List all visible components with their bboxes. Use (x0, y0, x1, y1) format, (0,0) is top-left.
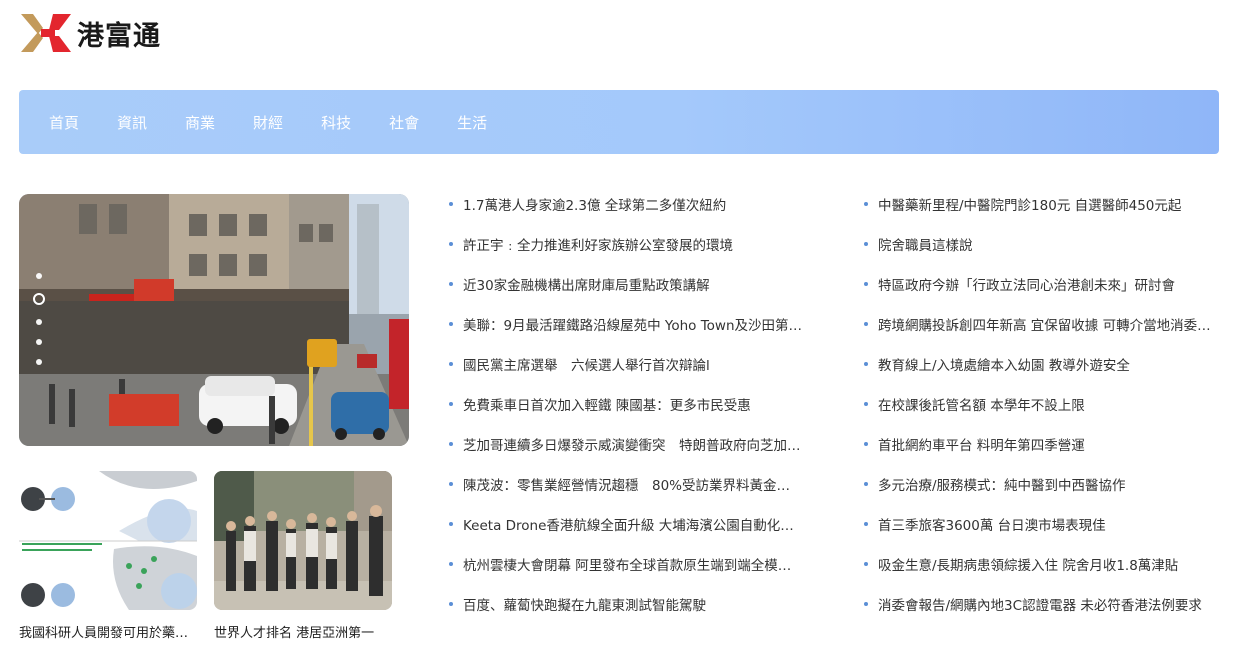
news-item[interactable]: 百度、蘿蔔快跑擬在九龍東測試智能駕駛 (447, 584, 807, 624)
news-item[interactable]: 在校課後託管名額 本學年不設上限 (862, 384, 1222, 424)
bullet-icon (864, 562, 868, 566)
hero-carousel[interactable] (19, 194, 409, 446)
news-headline[interactable]: 芝加哥連續多日爆發示威演變衝突 特朗普政府向芝加哥派兵 (463, 434, 803, 454)
nav-item-news[interactable]: 資訊 (117, 112, 147, 133)
carousel-dots (32, 266, 46, 372)
nav-item-tech[interactable]: 科技 (321, 112, 351, 133)
news-headline[interactable]: 首批網約車平台 料明年第四季營運 (878, 434, 1085, 454)
logo-text: 港富通 (77, 20, 161, 52)
feature-card-talent[interactable]: 世界人才排名 港居亞洲第一 (214, 471, 394, 641)
news-headline[interactable]: 消委會報告/網購內地3C認證電器 未必符香港法例要求 (878, 594, 1202, 614)
carousel-dot[interactable] (36, 339, 42, 345)
carousel-dot[interactable] (36, 319, 42, 325)
nav-item-finance[interactable]: 財經 (253, 112, 283, 133)
bullet-icon (864, 202, 868, 206)
bullet-icon (449, 562, 453, 566)
bullet-icon (449, 282, 453, 286)
bullet-icon (864, 362, 868, 366)
bullet-icon (864, 322, 868, 326)
news-list-right: 中醫藥新里程/中醫院門診180元 自選醫師450元起 院舍職員這樣說特區政府今辦「… (862, 184, 1222, 624)
news-item[interactable]: 美聯：9月最活躍鐵路沿線屋苑中 Yoho Town及沙田第一城 (447, 304, 807, 344)
news-headline[interactable]: 近30家金融機構出席財庫局重點政策講解 (463, 274, 710, 294)
nav-item-society[interactable]: 社會 (389, 112, 419, 133)
news-headline[interactable]: 陳茂波：零售業經營情況趨穩 80%受訪業界料黃金周生意增長 (463, 474, 803, 494)
carousel-dot[interactable] (36, 359, 42, 365)
site-logo[interactable]: 港富通 (19, 10, 161, 56)
news-item[interactable]: 院舍職員這樣說 (862, 224, 1222, 264)
nav-item-life[interactable]: 生活 (457, 112, 487, 133)
news-item[interactable]: 中醫藥新里程/中醫院門診180元 自選醫師450元起 (862, 184, 1222, 224)
news-item[interactable]: 杭州雲棲大會閉幕 阿里發布全球首款原生端到端全模態大模型 (447, 544, 807, 584)
news-item[interactable]: 消委會報告/網購內地3C認證電器 未必符香港法例要求 (862, 584, 1222, 624)
news-item[interactable]: 多元治療/服務模式：純中醫到中西醫協作 (862, 464, 1222, 504)
news-item[interactable]: 1.7萬港人身家逾2.3億 全球第二多僅次紐約 (447, 184, 807, 224)
news-headline[interactable]: Keeta Drone香港航線全面升級 大埔海濱公園自動化航點 (463, 514, 803, 534)
news-item[interactable]: 首批網約車平台 料明年第四季營運 (862, 424, 1222, 464)
bullet-icon (449, 322, 453, 326)
nav-item-home[interactable]: 首頁 (49, 112, 79, 133)
news-headline[interactable]: 跨境網購投訴創四年新高 宜保留收據 可轉介當地消委會處理 (878, 314, 1218, 334)
bullet-icon (864, 402, 868, 406)
news-item[interactable]: Keeta Drone香港航線全面升級 大埔海濱公園自動化航點 (447, 504, 807, 544)
news-headline[interactable]: 首三季旅客3600萬 台日澳市場表現佳 (878, 514, 1106, 534)
hero-image (19, 194, 409, 446)
news-headline[interactable]: 百度、蘿蔔快跑擬在九龍東測試智能駕駛 (463, 594, 706, 614)
news-headline[interactable]: 1.7萬港人身家逾2.3億 全球第二多僅次紐約 (463, 194, 726, 214)
bullet-icon (449, 202, 453, 206)
nav-item-business[interactable]: 商業 (185, 112, 215, 133)
news-item[interactable]: 芝加哥連續多日爆發示威演變衝突 特朗普政府向芝加哥派兵 (447, 424, 807, 464)
news-item[interactable]: 陳茂波：零售業經營情況趨穩 80%受訪業界料黃金周生意增長 (447, 464, 807, 504)
news-headline[interactable]: 多元治療/服務模式：純中醫到中西醫協作 (878, 474, 1126, 494)
news-item[interactable]: 吸金生意/長期病患領綜援入住 院舍月收1.8萬津貼 (862, 544, 1222, 584)
news-headline[interactable]: 特區政府今辦「行政立法同心治港創未來」研討會 (878, 274, 1175, 294)
news-item[interactable]: 首三季旅客3600萬 台日澳市場表現佳 (862, 504, 1222, 544)
card-caption[interactable]: 我國科研人員開發可用於藥物遞送的新型納米顆粒 (19, 622, 199, 641)
carousel-dot[interactable] (36, 273, 42, 279)
news-headline[interactable]: 吸金生意/長期病患領綜援入住 院舍月收1.8萬津貼 (878, 554, 1178, 574)
bullet-icon (864, 442, 868, 446)
news-item[interactable]: 特區政府今辦「行政立法同心治港創未來」研討會 (862, 264, 1222, 304)
news-headline[interactable]: 教育線上/入境處繪本入幼園 教導外遊安全 (878, 354, 1130, 374)
news-headline[interactable]: 許正宇﹕全力推進利好家族辦公室發展的環境 (463, 234, 733, 254)
news-item[interactable]: 國民黨主席選舉 六候選人舉行首次辯論l (447, 344, 807, 384)
news-headline[interactable]: 免費乘車日首次加入輕鐵 陳國基：更多市民受惠 (463, 394, 751, 414)
news-item[interactable]: 近30家金融機構出席財庫局重點政策講解 (447, 264, 807, 304)
logo-mark (19, 10, 75, 56)
bullet-icon (449, 602, 453, 606)
news-item[interactable]: 教育線上/入境處繪本入幼園 教導外遊安全 (862, 344, 1222, 384)
bullet-icon (449, 242, 453, 246)
news-headline[interactable]: 院舍職員這樣說 (878, 234, 973, 254)
bullet-icon (449, 442, 453, 446)
news-headline[interactable]: 中醫藥新里程/中醫院門診180元 自選醫師450元起 (878, 194, 1181, 214)
news-list-left: 1.7萬港人身家逾2.3億 全球第二多僅次紐約 許正宇﹕全力推進利好家族辦公室發展… (447, 184, 807, 624)
news-headline[interactable]: 杭州雲棲大會閉幕 阿里發布全球首款原生端到端全模態大模型 (463, 554, 803, 574)
bullet-icon (864, 482, 868, 486)
news-headline[interactable]: 在校課後託管名額 本學年不設上限 (878, 394, 1085, 414)
bullet-icon (449, 402, 453, 406)
bullet-icon (864, 242, 868, 246)
main-nav: 首頁 資訊 商業 財經 科技 社會 生活 (19, 90, 1219, 154)
card-thumb-diagram (19, 471, 197, 610)
bullet-icon (449, 522, 453, 526)
feature-card-science[interactable]: 我國科研人員開發可用於藥物遞送的新型納米顆粒 (19, 471, 199, 641)
carousel-dot[interactable] (33, 293, 45, 305)
card-caption[interactable]: 世界人才排名 港居亞洲第一 (214, 622, 394, 641)
bullet-icon (864, 522, 868, 526)
bullet-icon (864, 602, 868, 606)
news-item[interactable]: 免費乘車日首次加入輕鐵 陳國基：更多市民受惠 (447, 384, 807, 424)
bullet-icon (864, 282, 868, 286)
card-thumb-crowd (214, 471, 392, 610)
bullet-icon (449, 482, 453, 486)
news-headline[interactable]: 美聯：9月最活躍鐵路沿線屋苑中 Yoho Town及沙田第一城 (463, 314, 803, 334)
news-item[interactable]: 跨境網購投訴創四年新高 宜保留收據 可轉介當地消委會處理 (862, 304, 1222, 344)
bullet-icon (449, 362, 453, 366)
news-item[interactable]: 許正宇﹕全力推進利好家族辦公室發展的環境 (447, 224, 807, 264)
news-headline[interactable]: 國民黨主席選舉 六候選人舉行首次辯論l (463, 354, 710, 374)
